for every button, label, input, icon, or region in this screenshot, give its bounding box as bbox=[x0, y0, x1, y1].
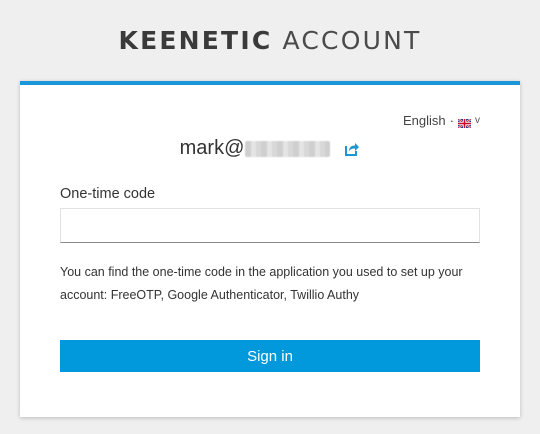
brand-name-light: ACCOUNT bbox=[282, 26, 422, 55]
chevron-down-icon: v bbox=[475, 115, 480, 126]
email-prefix: mark@ bbox=[179, 137, 245, 159]
brand-logo: KEENETIC ACCOUNT bbox=[0, 26, 540, 55]
brand-name-bold: KEENETIC bbox=[118, 26, 273, 55]
login-card: English · v mark@ One-time code You can … bbox=[20, 81, 520, 417]
language-label: English bbox=[403, 113, 446, 128]
account-email: mark@ bbox=[20, 137, 520, 160]
language-separator: · bbox=[449, 113, 454, 128]
otp-label: One-time code bbox=[60, 186, 156, 202]
uk-flag-icon bbox=[457, 116, 472, 129]
otp-input[interactable] bbox=[60, 208, 480, 243]
share-icon[interactable] bbox=[344, 141, 360, 157]
email-redacted bbox=[245, 140, 331, 157]
otp-hint: You can find the one-time code in the ap… bbox=[60, 265, 463, 302]
language-selector[interactable]: English · v bbox=[403, 113, 480, 129]
sign-in-button[interactable]: Sign in bbox=[60, 340, 480, 372]
